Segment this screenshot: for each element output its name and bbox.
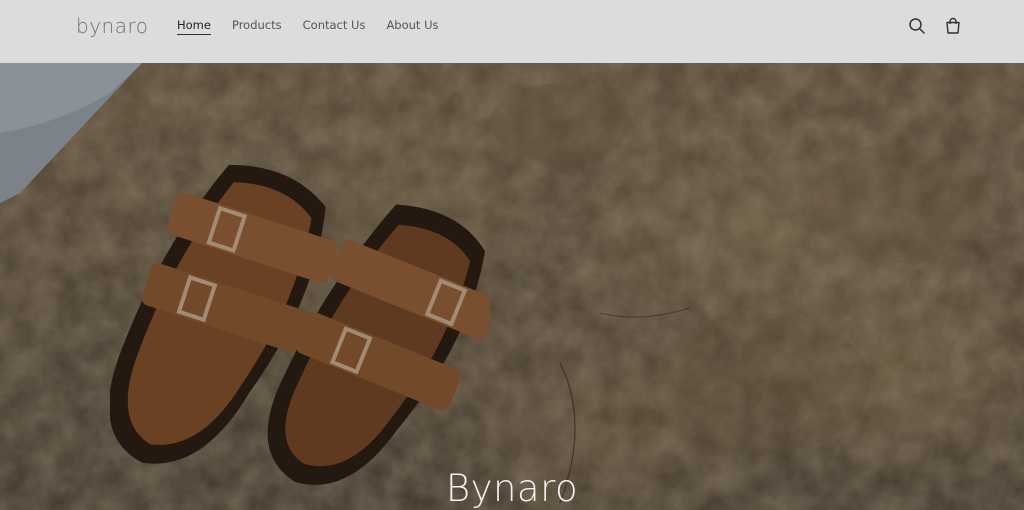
nav-contact-link[interactable]: Contact Us <box>303 18 366 35</box>
main-nav: Home Products Contact Us About Us <box>177 18 460 35</box>
search-button[interactable] <box>906 15 928 37</box>
hero-title: Bynaro <box>445 467 579 510</box>
cart-button[interactable] <box>942 15 964 37</box>
brand-logo[interactable]: bynaro <box>76 14 148 38</box>
hero-banner: Bynaro <box>0 63 1024 510</box>
nav-products-link[interactable]: Products <box>232 18 282 35</box>
nav-home-link[interactable]: Home <box>177 18 211 35</box>
site-header: bynaro Home Products Contact Us About Us <box>0 0 1024 63</box>
nav-about-link[interactable]: About Us <box>386 18 438 35</box>
search-icon <box>909 18 925 34</box>
hero-overlay <box>0 63 1024 510</box>
cart-icon <box>946 17 960 34</box>
